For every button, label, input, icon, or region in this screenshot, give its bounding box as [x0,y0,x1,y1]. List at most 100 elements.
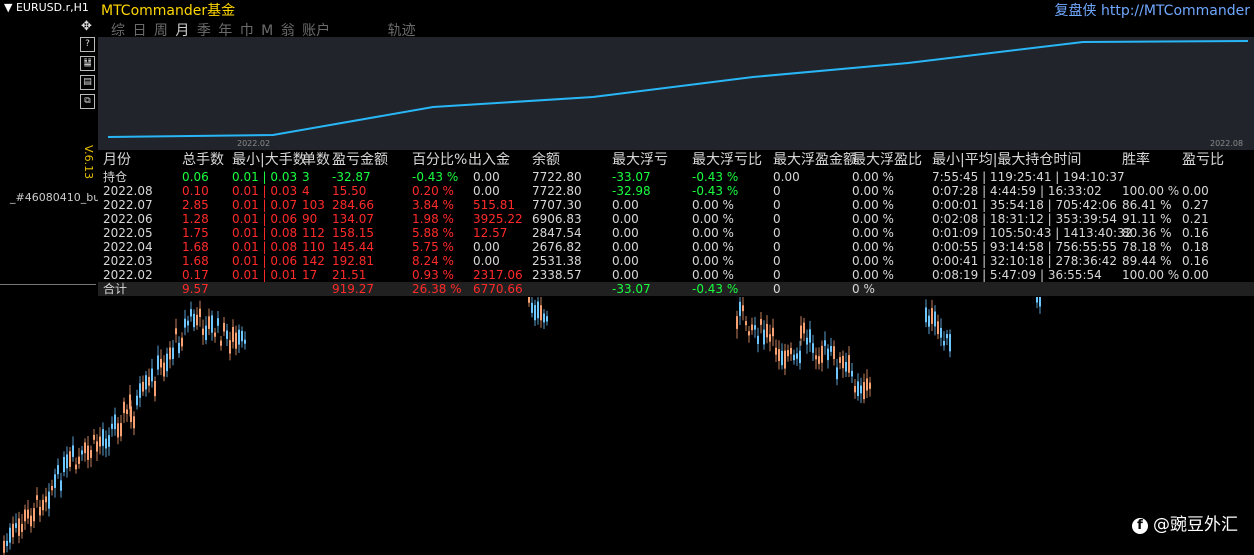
column-header: 最大浮亏 [612,152,668,168]
cell-minmax: 0.01 | 0.01 [232,268,298,282]
cell-flow: 6770.66 [473,282,523,296]
cell-hold: 0:07:28 | 4:44:59 | 16:33:02 [932,184,1102,198]
cell-pct: 0.20 % [412,184,454,198]
cell-balance: 2338.57 [532,268,582,282]
cell-lots: 2.85 [182,198,209,212]
cell-pct: 1.98 % [412,212,454,226]
monthly-stats-table: 月份 总手数 最小|大手数 单数 盈亏金额 百分比% 出入金 余额 最大浮亏 最大浮亏比 最大浮盈金… [98,150,1254,297]
cell-lots: 0.06 [182,170,209,184]
cell-count: 103 [302,198,325,212]
cell-pct: 8.24 % [412,254,454,268]
cell-pct: 5.75 % [412,240,454,254]
cell-pnl: 158.15 [332,226,374,240]
cell-flow: 515.81 [473,198,515,212]
caret-down-icon[interactable]: ▼ [4,1,12,14]
cell-pnl: 919.27 [332,282,374,296]
cell-lots: 1.68 [182,254,209,268]
cell-count: 112 [302,226,325,240]
cell-pnl: -32.87 [332,170,371,184]
equity-axis-end: 2022.08 [1210,139,1244,148]
list-icon[interactable]: ▤ [80,75,95,90]
cell-maxdd_pct: -0.43 % [692,184,739,198]
calendar-icon[interactable]: ䷊ [80,56,95,71]
column-header: 胜率 [1122,152,1150,168]
cell-maxdd_pct: -0.43 % [692,282,739,296]
cell-hold: 0:00:41 | 32:10:18 | 278:36:42 [932,254,1118,268]
cell-minmax: 0.01 | 0.03 [232,184,298,198]
cell-maxfp_pct: 0.00 % [852,226,894,240]
cell-month: 2022.04 [103,240,153,254]
cell-maxfp: 0 [773,184,781,198]
cell-flow: 0.00 [473,184,500,198]
cell-pnl: 134.07 [332,212,374,226]
cell-maxfp: 0.00 [773,170,800,184]
cell-month: 持仓 [103,170,128,184]
window-icon[interactable]: ⧉ [80,94,95,109]
table-row: 2022.03 1.68 0.01 | 0.06 142 192.81 8.24 % 0.0… [98,254,1254,268]
cell-winrate: 100.00 % [1122,184,1180,198]
cell-maxdd: 0.00 [612,240,639,254]
cell-maxdd_pct: 0.00 % [692,226,734,240]
cell-minmax: 0.01 | 0.06 [232,212,298,226]
cell-month: 2022.07 [103,198,153,212]
version-label: V.6.13 [82,145,95,180]
cell-maxfp: 0 [773,268,781,282]
cell-maxfp_pct: 0.00 % [852,240,894,254]
cell-pf: 0.16 [1182,226,1209,240]
cell-minmax: 0.01 | 0.08 [232,240,298,254]
cell-lots: 1.68 [182,240,209,254]
cell-maxdd_pct: -0.43 % [692,170,739,184]
table-row: 2022.07 2.85 0.01 | 0.07 103 284.66 3.84 % 515… [98,198,1254,212]
cell-pf: 0.16 [1182,254,1209,268]
cell-winrate: 91.11 % [1122,212,1172,226]
cell-minmax: 0.01 | 0.07 [232,198,298,212]
cell-maxdd: -33.07 [612,170,651,184]
cell-lots: 1.28 [182,212,209,226]
cell-pf: 0.00 [1182,268,1209,282]
cell-maxfp: 0 [773,212,781,226]
price-candles [3,297,1041,555]
cell-maxdd_pct: 0.00 % [692,254,734,268]
cell-maxfp: 0 [773,240,781,254]
cell-pnl: 284.66 [332,198,374,212]
cell-maxdd_pct: 0.00 % [692,240,734,254]
equity-line [107,40,1249,138]
equity-curve-panel: 2022.02 2022.08 [98,37,1254,150]
cell-pf: 0.00 [1182,184,1209,198]
cell-winrate: 100.00 % [1122,268,1180,282]
order-level-line[interactable] [0,284,96,285]
cell-pf: 0.21 [1182,212,1209,226]
cell-month: 2022.05 [103,226,153,240]
table-row: 2022.02 0.17 0.01 | 0.01 17 21.51 0.93 % 2317.… [98,268,1254,282]
table-row: 2022.05 1.75 0.01 | 0.08 112 158.15 5.88 % 12.… [98,226,1254,240]
column-header: 盈亏比 [1182,152,1224,168]
cell-month: 合计 [103,282,128,296]
cell-maxfp: 0 [773,198,781,212]
cell-maxfp: 0 [773,226,781,240]
brand-link[interactable]: 复盘侠 http://MTCommander [1055,0,1250,20]
cell-flow: 0.00 [473,170,500,184]
cell-maxfp_pct: 0 % [852,282,875,296]
cell-minmax: 0.01 | 0.08 [232,226,298,240]
watermark: f @豌豆外汇 [1132,510,1238,535]
column-header: 盈亏金额 [332,152,388,168]
cell-pnl: 15.50 [332,184,367,198]
move-icon[interactable]: ✥ [80,20,93,33]
cell-month: 2022.06 [103,212,153,226]
column-header: 最大浮盈金额 [773,152,857,168]
column-header: 单数 [302,152,330,168]
cell-lots: 1.75 [182,226,209,240]
help-icon[interactable]: ? [80,37,95,52]
chart-symbol: ▼ EURUSD.r,H1 [4,1,89,14]
cell-count: 90 [302,212,318,226]
column-header: 最小|平均|最大持仓时间 [932,152,1082,168]
cell-maxfp_pct: 0.00 % [852,212,894,226]
cell-count: 142 [302,254,325,268]
facebook-icon: f [1132,518,1148,534]
cell-pct: -0.43 % [412,170,459,184]
cell-flow: 3925.22 [473,212,523,226]
column-header: 月份 [103,152,131,168]
watermark-text: @豌豆外汇 [1153,515,1238,535]
column-header: 出入金 [468,152,510,168]
cell-pct: 26.38 % [412,282,462,296]
